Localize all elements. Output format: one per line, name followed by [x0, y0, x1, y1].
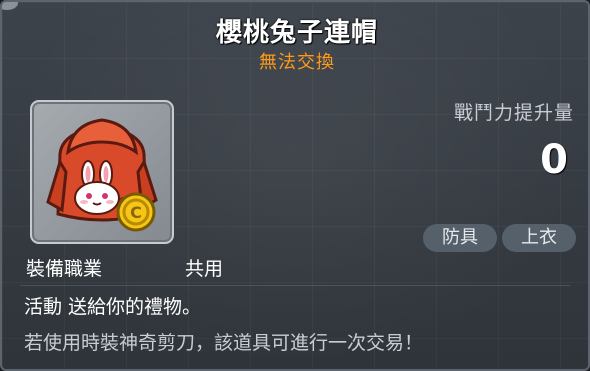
required-job-label: 裝備職業: [26, 258, 103, 280]
item-icon-frame: C: [30, 100, 174, 244]
item-name: 櫻桃兔子連帽: [215, 18, 378, 48]
corner-decoration: [2, 2, 18, 10]
required-job-value: 共用: [185, 258, 224, 280]
item-trade-note: 若使用時裝神奇剪刀，該道具可進行一次交易！: [24, 332, 424, 354]
trade-status: 無法交換: [259, 52, 335, 73]
combat-power-value: 0: [540, 137, 568, 183]
tag-armor: 防具: [423, 224, 497, 252]
divider: [20, 285, 570, 286]
item-tooltip: 櫻桃兔子連帽 無法交換 C 戰鬥力提升量 0 防具 上衣 裝備職業 共用 活動 …: [0, 0, 590, 371]
red-bunny-hoodie-icon: C: [46, 118, 158, 232]
combat-power-label: 戰鬥力提升量: [453, 102, 574, 124]
tag-top: 上衣: [502, 224, 576, 252]
svg-text:C: C: [130, 203, 142, 222]
item-description: 活動 送給你的禮物。: [24, 296, 202, 318]
